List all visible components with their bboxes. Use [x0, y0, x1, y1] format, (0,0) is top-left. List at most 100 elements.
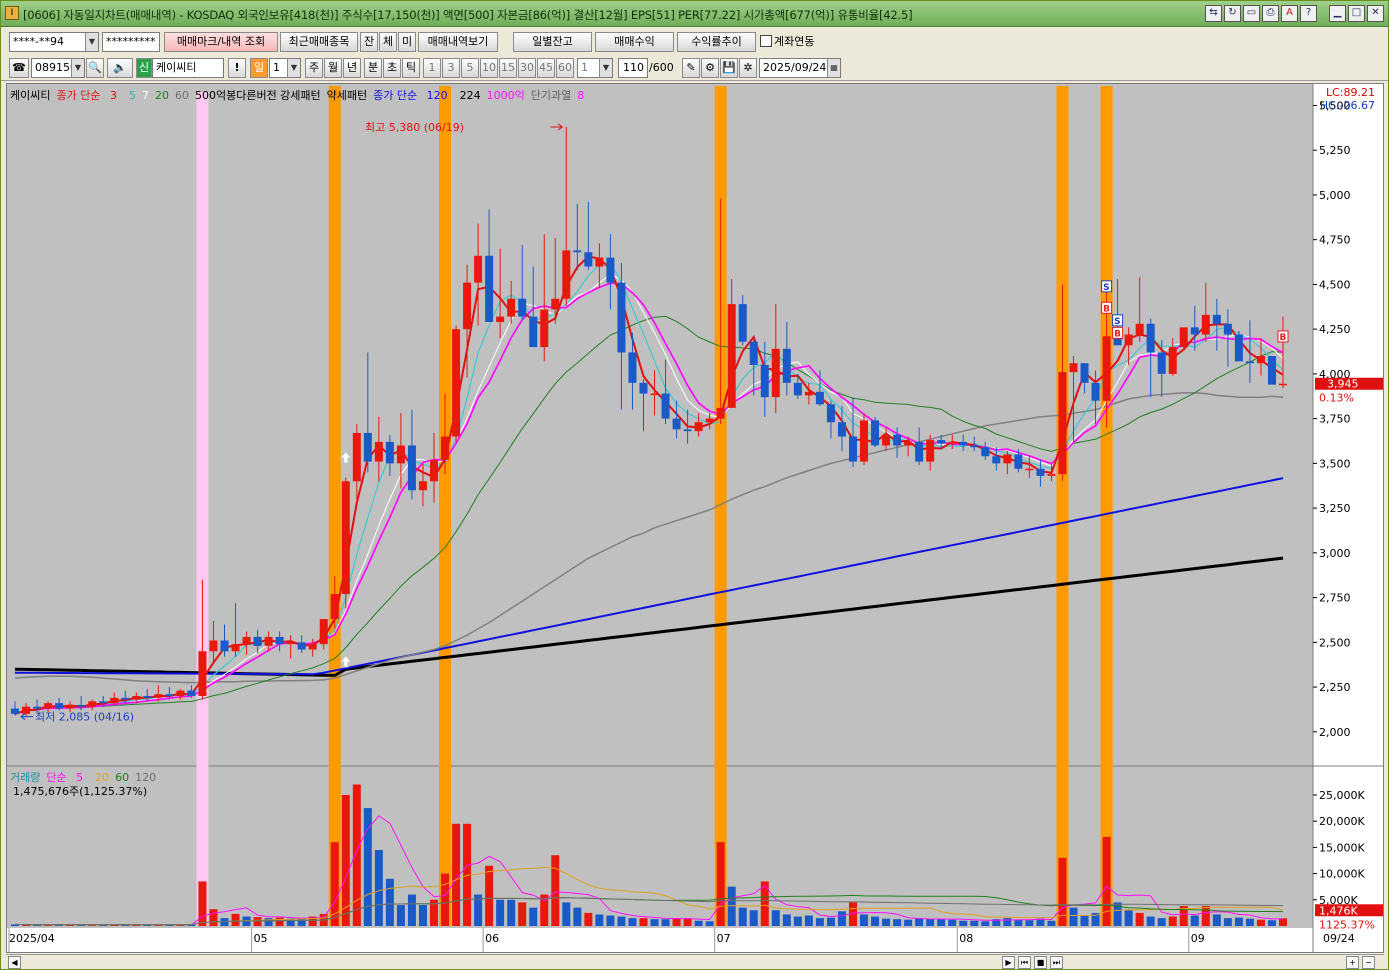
period-month-button[interactable]: 월 [324, 58, 342, 78]
interval-30-button[interactable]: 30 [518, 58, 536, 78]
interval-select[interactable]: 1 ▼ [577, 58, 613, 78]
volume-bar [970, 920, 979, 926]
screen-icon[interactable]: ▭ [1243, 5, 1260, 22]
help-icon[interactable]: ? [1300, 5, 1317, 22]
period-minute-button[interactable]: 분 [364, 58, 382, 78]
calendar-icon[interactable]: ▦ [827, 59, 840, 77]
chevron-down-icon[interactable]: ▼ [85, 33, 98, 51]
account-select[interactable]: ****-**94 ▼ [9, 32, 99, 52]
font-icon[interactable]: A [1281, 5, 1298, 22]
refresh-icon[interactable]: ↻ [1224, 5, 1241, 22]
legend-ma20: 20 [154, 89, 169, 102]
volume-bar [1223, 918, 1232, 926]
chevron-down-icon[interactable]: ▼ [599, 59, 612, 77]
candle-body [815, 391, 824, 405]
last-icon[interactable]: ⏭ [1050, 956, 1063, 969]
return-trend-button[interactable]: 수익률추이 [677, 32, 756, 52]
interval-1-button[interactable]: 1 [423, 58, 441, 78]
candle-body [1003, 454, 1012, 464]
candle-body [474, 255, 483, 283]
trade-profit-button[interactable]: 매매수익 [595, 32, 674, 52]
stock-name-field[interactable]: 케이씨티 [152, 58, 224, 78]
date-label: 09 [1191, 932, 1205, 945]
volume-bar [1135, 912, 1144, 926]
price-tick-label: 3,000 [1319, 547, 1351, 560]
volume-bar [1124, 910, 1133, 926]
volume-bar [826, 917, 835, 926]
scroll-left-icon[interactable]: ◀ [8, 956, 21, 969]
chart-settings-icon[interactable]: ⚙ [701, 58, 719, 78]
volume-bar [1190, 915, 1199, 926]
price-chart[interactable]: 5,5005,2505,0004,7504,5004,2504,0003,750… [7, 84, 1383, 952]
chart-scrollbar[interactable]: ◀ ▶ ⏮ ■ ⏭ + − [6, 954, 1384, 969]
chart-panel[interactable]: 5,500 5,250 5,000 4,750 4,500 4,250 4,000 3,750… [6, 83, 1384, 953]
alert-icon[interactable]: ! [228, 58, 246, 78]
first-icon[interactable]: ⏮ [1018, 956, 1031, 969]
interval-45-button[interactable]: 45 [537, 58, 555, 78]
candle-body [485, 255, 494, 322]
period-year-button[interactable]: 년 [343, 58, 361, 78]
close-icon[interactable]: ✕ [1367, 5, 1384, 22]
volume-bar [396, 905, 405, 926]
chart-background [7, 84, 1383, 952]
period-week-button[interactable]: 주 [305, 58, 323, 78]
candle-body [672, 418, 681, 430]
trade-history-button[interactable]: 매매내역보기 [418, 32, 498, 52]
low-annotation: 최저 2,085 (04/16) [35, 711, 134, 724]
date-input[interactable]: 2025/09/24 ▦ [759, 58, 841, 78]
count-input[interactable]: 110 [618, 58, 648, 78]
candle-body [275, 636, 284, 645]
candle-body [937, 440, 946, 444]
link-icon[interactable]: ⇆ [1205, 5, 1222, 22]
unfilled-button[interactable]: 미 [398, 32, 416, 52]
period-second-button[interactable]: 초 [383, 58, 401, 78]
interval-15-button[interactable]: 15 [499, 58, 517, 78]
period-day-button[interactable]: 일 [250, 58, 268, 78]
balance-button[interactable]: 잔 [360, 32, 378, 52]
gear-icon[interactable]: ✲ [739, 58, 757, 78]
interval-60-button[interactable]: 60 [556, 58, 574, 78]
interval-10-button[interactable]: 10 [480, 58, 498, 78]
phone-icon[interactable]: ☎ [9, 58, 29, 78]
buy-marker-letter: B [1280, 333, 1287, 343]
daily-balance-button[interactable]: 일별잔고 [513, 32, 592, 52]
stop-icon[interactable]: ■ [1034, 956, 1047, 969]
volume-bar [683, 918, 692, 926]
candle-body [959, 441, 968, 446]
volume-bar [1201, 906, 1210, 926]
count-max-label: /600 [649, 61, 674, 74]
interval-5-button[interactable]: 5 [461, 58, 479, 78]
candle-body [176, 690, 185, 696]
print-icon[interactable]: ⎙ [1262, 5, 1279, 22]
candle-body [77, 704, 86, 707]
trade-mark-query-button[interactable]: 매매마크/내역 조회 [164, 32, 278, 52]
password-field[interactable]: ********* [102, 32, 160, 52]
candle-body [1135, 323, 1144, 335]
interval-3-button[interactable]: 3 [442, 58, 460, 78]
period-tick-button[interactable]: 틱 [402, 58, 420, 78]
period-num-select[interactable]: 1 ▼ [269, 58, 301, 78]
minimize-icon[interactable]: ▁ [1329, 5, 1346, 22]
recent-trades-button[interactable]: 최근매매종목 [280, 32, 358, 52]
chevron-down-icon[interactable]: ▼ [287, 59, 300, 77]
volume-bar [893, 919, 902, 926]
zoom-in-icon[interactable]: + [1346, 956, 1359, 969]
scroll-right-icon[interactable]: ▶ [1002, 956, 1015, 969]
legend-pattern3: 단기과열 [530, 89, 572, 102]
search-icon[interactable]: 🔍 [86, 58, 104, 78]
stock-code-input[interactable]: 089150 ▼ [31, 58, 85, 78]
candle-body [187, 690, 196, 696]
filled-button[interactable]: 체 [379, 32, 397, 52]
candle-body [209, 640, 218, 652]
account-link-checkbox[interactable]: 계좌연동 [760, 32, 814, 52]
maximize-icon[interactable]: □ [1348, 5, 1365, 22]
chevron-down-icon[interactable]: ▼ [71, 59, 84, 77]
speaker-icon[interactable]: 🔈 [107, 58, 133, 78]
candle-body [529, 316, 538, 348]
legend-ma-label: 종가 단순 [56, 89, 101, 102]
save-icon[interactable]: 💾 [720, 58, 738, 78]
tool-icon[interactable]: ✎ [682, 58, 700, 78]
candle-body [33, 706, 42, 709]
zoom-out-icon[interactable]: − [1362, 956, 1375, 969]
candle-body [396, 445, 405, 464]
